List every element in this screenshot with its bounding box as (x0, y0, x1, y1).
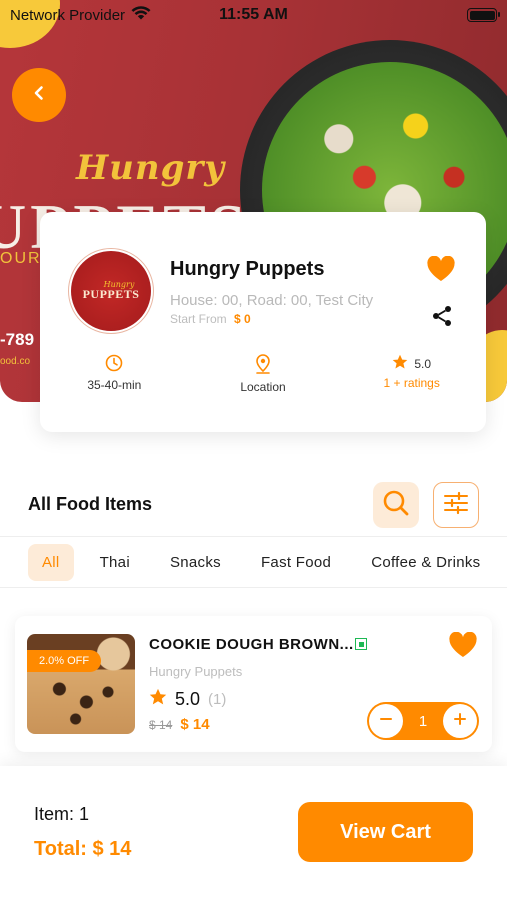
rating-stat: 5.0 1 + ratings (337, 354, 486, 394)
restaurant-logo: Hungry PUPPETS (68, 248, 154, 334)
food-item-name: COOKIE DOUGH BROWN... (149, 636, 354, 653)
new-price: $ 14 (180, 716, 210, 733)
banner-phone: -789 (0, 330, 35, 349)
search-button[interactable] (373, 482, 419, 528)
clock-icon (105, 354, 123, 375)
start-from-label: Start From (170, 312, 227, 326)
tab-snacks[interactable]: Snacks (156, 544, 235, 581)
food-item-card[interactable]: 2.0% OFF COOKIE DOUGH BROWN... Hungry Pu… (15, 616, 492, 752)
logo-name: PUPPETS (82, 287, 140, 301)
tab-coffee-drinks[interactable]: Coffee & Drinks (357, 544, 494, 581)
category-tabs: All Thai Snacks Fast Food Coffee & Drink… (0, 536, 507, 588)
cart-total: Total: $ 14 (34, 838, 132, 860)
banner-brand-script: Hungry (76, 148, 226, 188)
discount-badge: 2.0% OFF (27, 650, 102, 672)
food-item-rating: 5.0 (1) (149, 688, 226, 711)
restaurant-rating-count: 1 + ratings (383, 376, 440, 390)
restaurant-rating: 5.0 (414, 356, 432, 371)
status-time: 11:55 AM (219, 6, 288, 23)
share-icon[interactable] (430, 304, 454, 333)
food-rating-value: 5.0 (175, 689, 201, 709)
food-item-image (27, 634, 135, 734)
star-icon (149, 688, 167, 711)
restaurant-address: House: 00, Road: 00, Test City (170, 292, 374, 309)
food-item-price: $ 14 $ 14 (149, 716, 210, 733)
location-stat[interactable]: Location (189, 354, 338, 394)
filter-sliders-icon (443, 491, 469, 520)
view-cart-button[interactable]: View Cart (298, 802, 473, 862)
location-pin-icon (254, 354, 272, 377)
plus-icon (453, 712, 467, 731)
battery-icon (467, 8, 500, 22)
tab-thai[interactable]: Thai (86, 544, 144, 581)
chevron-left-icon (30, 84, 48, 107)
start-from: Start From $ 0 (170, 312, 251, 326)
quantity-stepper: 1 (367, 702, 479, 740)
minus-icon (379, 712, 393, 731)
location-label: Location (240, 380, 286, 394)
decrease-quantity-button[interactable] (369, 704, 403, 738)
delivery-time: 35-40-min (87, 378, 142, 392)
star-icon (392, 354, 408, 373)
search-icon (381, 488, 411, 523)
food-favorite-heart-icon[interactable] (448, 631, 478, 663)
quantity-value: 1 (418, 712, 428, 730)
cart-summary-bar: Item: 1 Total: $ 14 View Cart (0, 766, 507, 900)
veg-indicator-icon (355, 638, 367, 650)
back-button[interactable] (12, 68, 66, 122)
restaurant-name: Hungry Puppets (170, 258, 325, 280)
filter-button[interactable] (433, 482, 479, 528)
restaurant-info-card: Hungry PUPPETS Hungry Puppets House: 00,… (40, 212, 486, 432)
cart-item-count: Item: 1 (34, 804, 90, 824)
tab-all[interactable]: All (28, 543, 74, 581)
status-bar: Network Provider 11:55 AM (0, 0, 507, 30)
section-title: All Food Items (28, 494, 153, 514)
restaurant-screen: Hungry UPPETS OUR F -789 ood.co Network … (0, 0, 507, 900)
restaurant-stats: 35-40-min Location 5.0 1 + ratings (40, 354, 486, 394)
old-price: $ 14 (149, 718, 173, 732)
start-from-price: $ 0 (234, 312, 251, 326)
delivery-time-stat: 35-40-min (40, 354, 189, 394)
increase-quantity-button[interactable] (443, 704, 477, 738)
tab-fast-food[interactable]: Fast Food (247, 544, 345, 581)
banner-website: ood.co (0, 356, 31, 367)
favorite-heart-icon[interactable] (426, 255, 456, 287)
food-item-restaurant: Hungry Puppets (149, 664, 243, 679)
food-rating-count: (1) (208, 691, 227, 708)
